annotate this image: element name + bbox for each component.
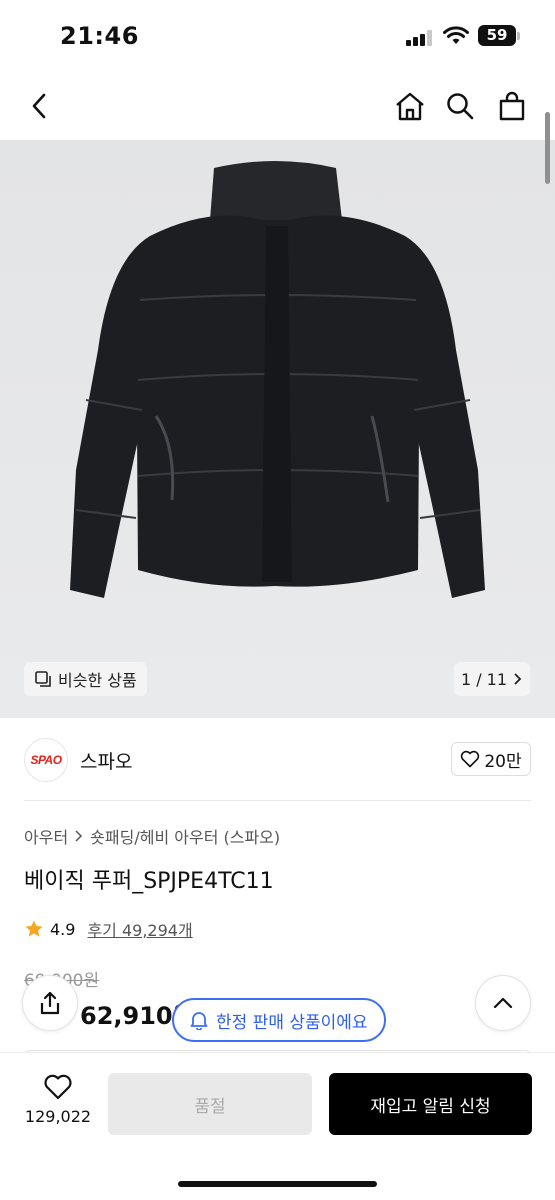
top-nav [0,72,555,140]
breadcrumb-item[interactable]: 아우터 [24,824,68,848]
cellular-signal-icon [406,30,434,46]
search-button[interactable] [440,86,480,126]
bottom-action-bar: 129,022 품절 재입고 알림 신청 [0,1052,555,1200]
share-button[interactable] [22,975,78,1031]
divider [24,800,531,801]
home-indicator [178,1181,377,1187]
similar-products-button[interactable]: 비슷한 상품 [24,662,147,696]
reviews-link[interactable]: 후기 49,294개 [87,917,192,941]
battery-tip [517,32,520,40]
brand-like-count: 20만 [484,751,522,772]
product-image-black-puffer-jacket [70,161,485,598]
cart-button[interactable] [492,86,532,126]
image-pager-count: 1 / 11 [460,669,508,689]
image-pager[interactable]: 1 / 11 [454,662,530,696]
bell-icon [190,1012,208,1030]
similar-products-label: 비슷한 상품 [58,671,137,690]
home-icon [396,92,424,121]
rating-row: 4.9 후기 49,294개 [24,917,193,941]
heart-icon [461,750,480,768]
heart-icon [44,1074,72,1100]
status-bar: 21:46 59 [0,0,555,72]
rating-score: 4.9 [50,919,76,939]
scroll-to-top-button[interactable] [475,975,531,1031]
chevron-up-icon [493,997,513,1009]
shopping-bag-icon [499,91,525,121]
limited-sale-label: 한정 판매 상품이에요 [216,1012,368,1033]
wishlist-count: 129,022 [24,1107,92,1126]
home-button[interactable] [390,86,430,126]
wishlist-button[interactable]: 129,022 [18,1073,98,1126]
breadcrumb-item[interactable]: 숏패딩/헤비 아우터 (스파오) [90,824,280,848]
star-icon [25,920,43,937]
status-time: 21:46 [60,22,139,50]
chevron-left-icon [32,93,46,119]
wifi-icon [443,26,469,44]
similar-items-icon [35,671,51,687]
share-icon [40,991,60,1015]
breadcrumb: 아우터 숏패딩/헤비 아우터 (스파오) [24,824,280,848]
limited-sale-badge: 한정 판매 상품이에요 [172,998,386,1042]
brand-name[interactable]: 스파오 [80,747,132,774]
brand-logo-text: SPAO [30,753,62,767]
chevron-right-icon [514,673,522,685]
soldout-button[interactable]: 품절 [108,1073,312,1135]
search-icon [447,93,474,120]
product-image-carousel[interactable] [0,140,555,718]
brand-like-button[interactable]: 20만 [451,742,531,776]
chevron-right-icon [75,830,83,842]
restock-alert-button[interactable]: 재입고 알림 신청 [329,1073,532,1135]
battery-icon: 59 [478,25,516,46]
brand-logo[interactable]: SPAO [24,738,68,782]
product-title: 베이직 푸퍼_SPJPE4TC11 [24,869,274,894]
back-button[interactable] [20,86,60,126]
page-scrollbar[interactable] [545,112,550,184]
